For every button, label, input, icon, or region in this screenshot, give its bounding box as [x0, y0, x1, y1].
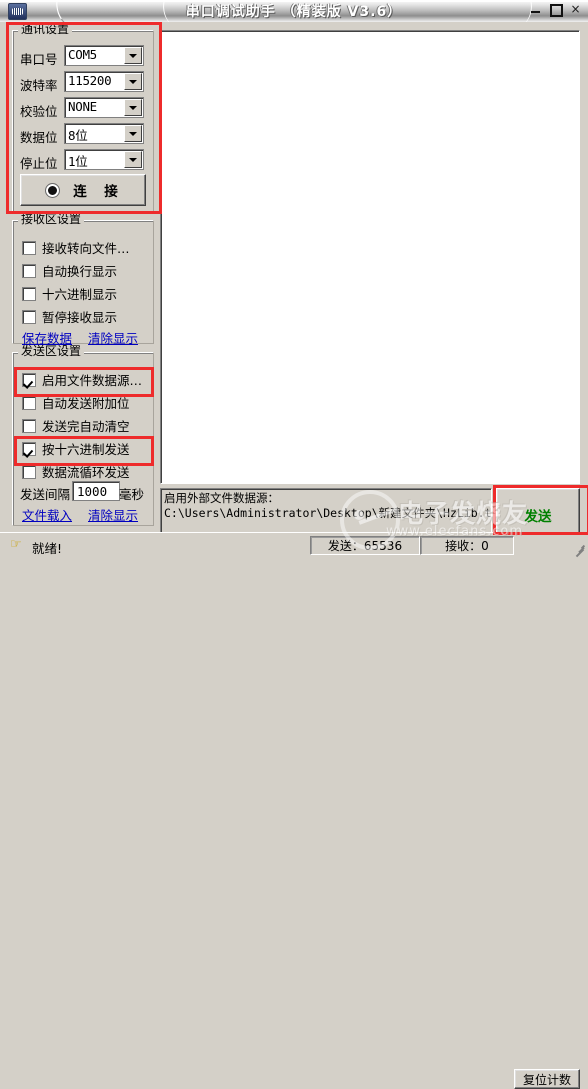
status-bar: ☞ 就绪! 发送：65536 接收：0 复位计数	[0, 532, 588, 1089]
send-interval-input[interactable]: 1000	[72, 481, 120, 501]
comm-settings-legend: 通讯设置	[18, 23, 73, 35]
chevron-down-icon[interactable]	[124, 73, 142, 90]
checkbox-label: 接收转向文件…	[42, 241, 130, 256]
minimize-icon[interactable]	[529, 3, 542, 16]
checkbox-label: 暂停接收显示	[42, 310, 118, 325]
checkbox-box[interactable]	[22, 464, 36, 479]
send-button-label: 发送	[524, 509, 552, 525]
checkbox-redirect-to-file[interactable]: 接收转向文件…	[22, 238, 130, 257]
parity-combo[interactable]: NONE	[64, 97, 144, 118]
databits-combo[interactable]: 8位	[64, 123, 144, 144]
send-data-line-2: C:\Users\Administrator\Desktop\新建文件夹\HzL…	[164, 506, 492, 520]
stopbits-value: 1位	[68, 154, 88, 169]
checkbox-pause-receive[interactable]: 暂停接收显示	[22, 307, 117, 326]
receive-settings-legend: 接收区设置	[18, 213, 85, 225]
checkbox-box[interactable]	[22, 263, 36, 278]
port-combo[interactable]: COM5	[64, 45, 144, 66]
checkbox-box[interactable]	[22, 240, 36, 255]
connect-indicator-icon	[46, 183, 60, 197]
checkbox-label: 数据流循环发送	[42, 465, 130, 480]
title-bar: 串口调试助手 （精装版 V3.6） ×	[0, 0, 588, 22]
checkbox-box[interactable]	[22, 372, 36, 387]
checkbox-hex-display[interactable]: 十六进制显示	[22, 284, 117, 303]
reset-counter-button[interactable]: 复位计数	[514, 1069, 580, 1089]
maximize-icon[interactable]	[549, 3, 563, 17]
receive-display-area[interactable]	[160, 30, 580, 484]
status-ready-text: 就绪!	[32, 541, 63, 556]
clear-send-display-link[interactable]: 清除显示	[88, 505, 138, 524]
stopbits-combo[interactable]: 1位	[64, 149, 144, 170]
send-data-line-1: 启用外部文件数据源：	[164, 491, 279, 505]
client-area: 通讯设置 串口号 COM5 波特率 115200 校验位 NONE 数据位 8位…	[0, 22, 588, 542]
checkbox-box[interactable]	[22, 418, 36, 433]
checkbox-loop-send[interactable]: 数据流循环发送	[22, 462, 130, 481]
checkbox-auto-append-bits[interactable]: 自动发送附加位	[22, 393, 130, 412]
serial-debug-assistant-window: 串口调试助手 （精装版 V3.6） × 通讯设置 串口号 COM5 波特率 11…	[0, 0, 588, 1089]
stopbits-label: 停止位	[20, 156, 58, 171]
chevron-down-icon[interactable]	[124, 99, 142, 116]
baudrate-combo[interactable]: 115200	[64, 71, 144, 92]
status-received-count: 接收：0	[420, 536, 514, 555]
checkbox-enable-file-source[interactable]: 启用文件数据源…	[22, 370, 142, 389]
checkbox-auto-wrap[interactable]: 自动换行显示	[22, 261, 117, 280]
hand-pointer-icon: ☞	[10, 537, 22, 552]
checkbox-label: 启用文件数据源…	[42, 373, 143, 388]
port-value: COM5	[68, 47, 97, 62]
port-label: 串口号	[20, 52, 58, 67]
status-sent-count: 发送：65536	[310, 536, 420, 555]
checkbox-label: 自动换行显示	[42, 264, 118, 279]
chevron-down-icon[interactable]	[124, 125, 142, 142]
baudrate-label: 波特率	[20, 78, 58, 93]
chevron-down-icon[interactable]	[124, 151, 142, 168]
clear-receive-display-link[interactable]: 清除显示	[88, 328, 138, 347]
checkbox-box[interactable]	[22, 309, 36, 324]
close-icon[interactable]: ×	[569, 3, 582, 16]
connect-button-label: 连 接	[73, 184, 120, 200]
databits-value: 8位	[68, 128, 88, 143]
resize-grip[interactable]	[572, 542, 586, 558]
chevron-down-icon[interactable]	[124, 47, 142, 64]
baudrate-value: 115200	[68, 73, 112, 88]
load-file-link[interactable]: 文件载入	[22, 505, 72, 524]
checkbox-hex-send[interactable]: 按十六进制发送	[22, 439, 130, 458]
connect-button[interactable]: 连 接	[20, 174, 146, 206]
send-interval-unit: 毫秒	[119, 487, 145, 502]
checkbox-label: 十六进制显示	[42, 287, 118, 302]
checkbox-box[interactable]	[22, 395, 36, 410]
checkbox-label: 发送完自动清空	[42, 419, 130, 434]
send-settings-legend: 发送区设置	[18, 345, 85, 357]
parity-label: 校验位	[20, 104, 58, 119]
checkbox-clear-after-send[interactable]: 发送完自动清空	[22, 416, 130, 435]
parity-value: NONE	[68, 99, 97, 114]
checkbox-label: 自动发送附加位	[42, 396, 130, 411]
checkbox-box[interactable]	[22, 286, 36, 301]
databits-label: 数据位	[20, 130, 58, 145]
checkbox-box[interactable]	[22, 441, 36, 456]
window-controls: ×	[529, 3, 582, 17]
send-interval-label: 发送间隔	[20, 487, 71, 502]
window-title: 串口调试助手 （精装版 V3.6）	[185, 4, 403, 20]
checkbox-label: 按十六进制发送	[42, 442, 130, 457]
